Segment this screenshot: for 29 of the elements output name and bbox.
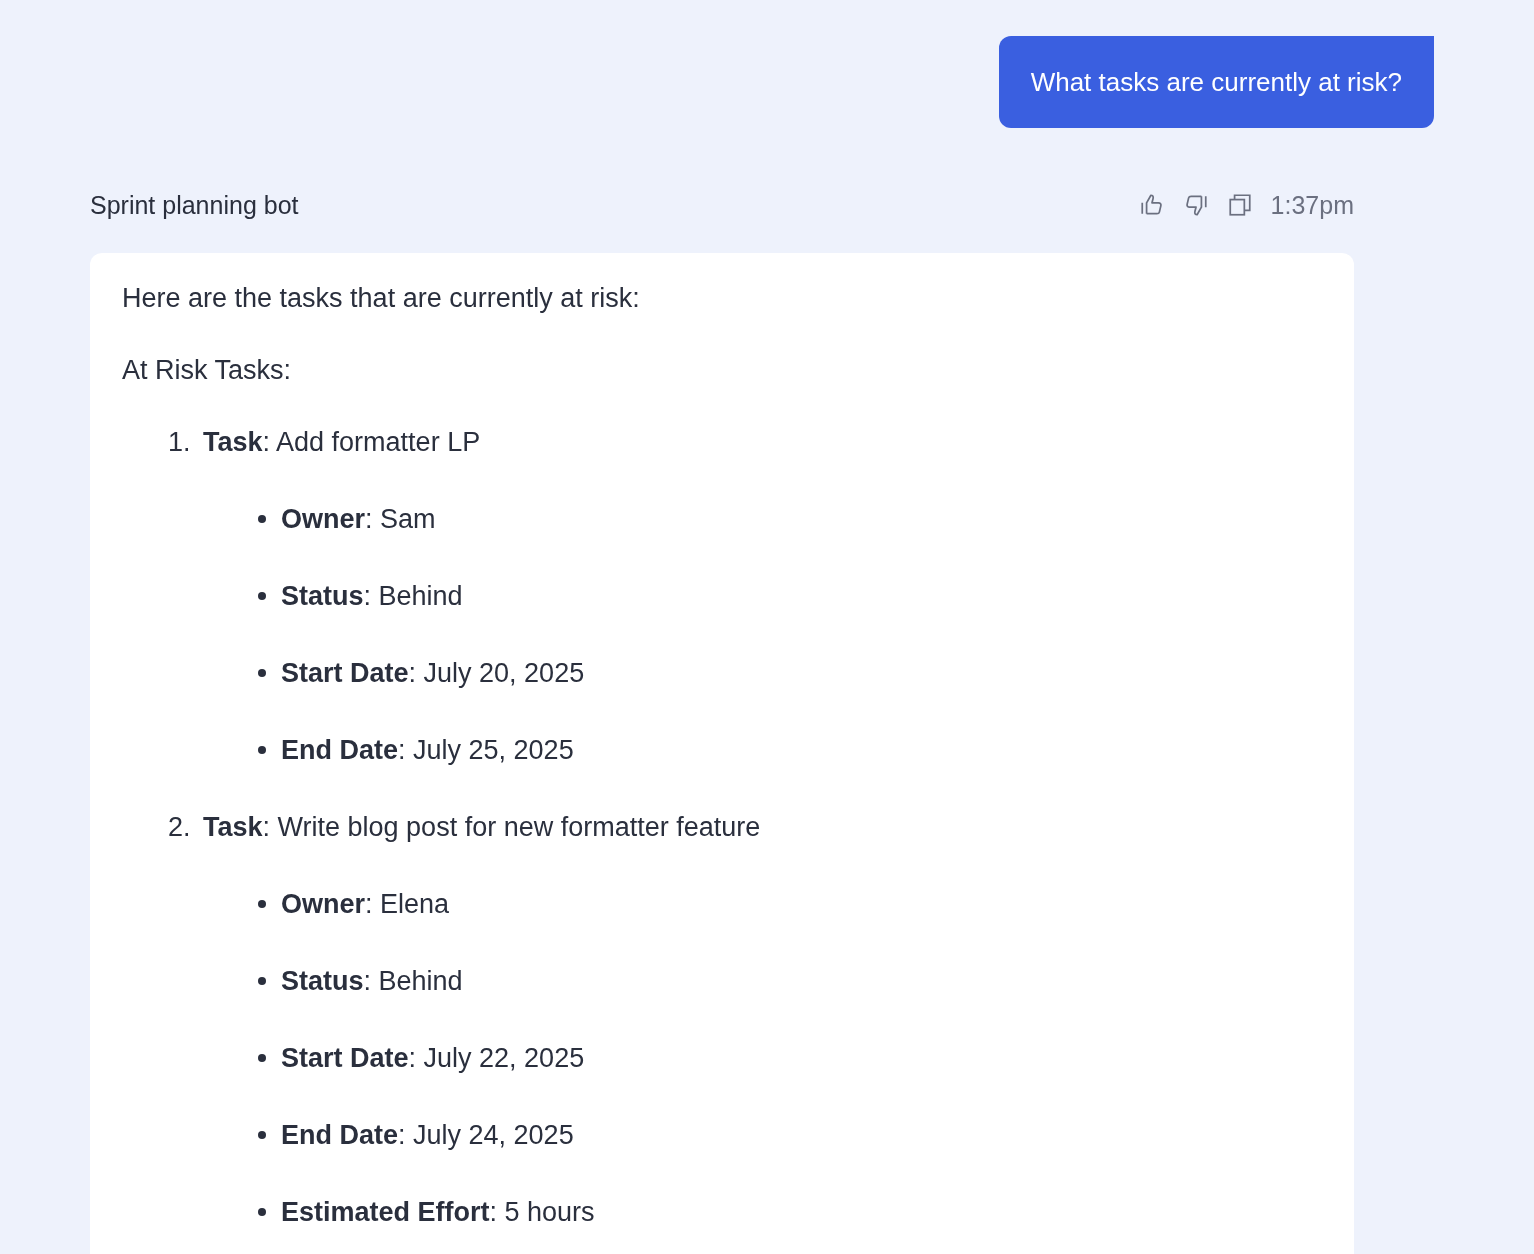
bullet-icon bbox=[258, 977, 266, 985]
bullet-icon bbox=[258, 515, 266, 523]
bullet-icon bbox=[258, 746, 266, 754]
bullet-icon bbox=[258, 592, 266, 600]
bullet-icon bbox=[258, 1208, 266, 1216]
message-time: 1:37pm bbox=[1270, 190, 1354, 220]
user-message-bubble: What tasks are currently at risk? bbox=[998, 36, 1434, 128]
list-number: 1. bbox=[168, 426, 192, 459]
list-heading: At Risk Tasks: bbox=[122, 354, 293, 387]
task-title: Task: Add formatter LP bbox=[203, 426, 481, 459]
list-number: 2. bbox=[168, 811, 192, 844]
thumbs-up-icon[interactable] bbox=[1138, 192, 1165, 218]
intro-text: Here are the tasks that are currently at risk: bbox=[122, 282, 641, 315]
task-detail: Status: Behind bbox=[281, 965, 463, 998]
task-detail: Owner: Elena bbox=[281, 888, 450, 921]
task-title: Task: Write blog post for new formatter feature bbox=[203, 811, 761, 844]
task-detail: Estimated Effort: 5 hours bbox=[281, 1196, 595, 1229]
bullet-icon bbox=[258, 669, 266, 677]
bullet-icon bbox=[258, 900, 266, 908]
sender-name: Sprint planning bot bbox=[90, 190, 299, 220]
bullet-icon bbox=[258, 1054, 266, 1062]
copy-icon[interactable] bbox=[1226, 192, 1253, 218]
task-detail: Owner: Sam bbox=[281, 503, 436, 536]
task-detail: Start Date: July 22, 2025 bbox=[281, 1042, 585, 1075]
bullet-icon bbox=[258, 1131, 266, 1139]
task-detail: Start Date: July 20, 2025 bbox=[281, 657, 585, 690]
task-detail: End Date: July 24, 2025 bbox=[281, 1119, 574, 1152]
task-detail: End Date: July 25, 2025 bbox=[281, 734, 574, 767]
task-detail: Status: Behind bbox=[281, 580, 463, 613]
